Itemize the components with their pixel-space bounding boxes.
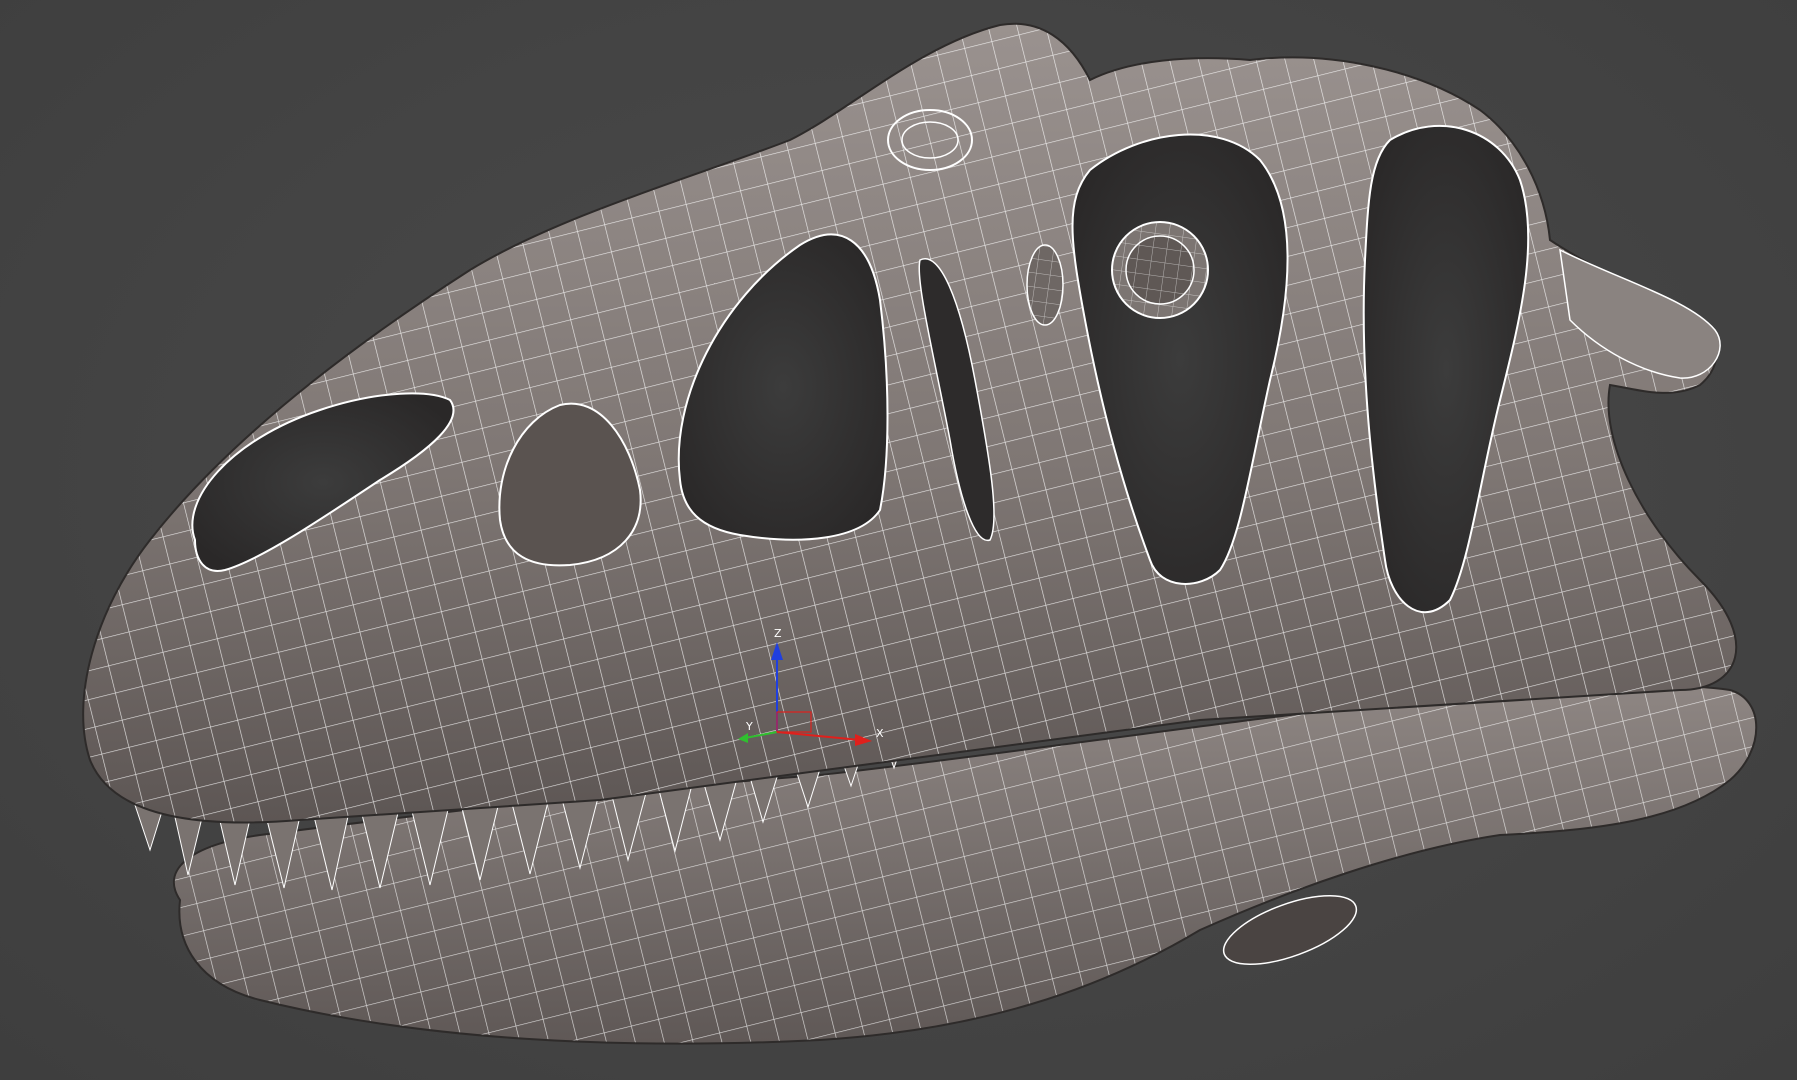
gizmo-y-label: Y	[745, 720, 753, 733]
sclerotic-ring	[1111, 221, 1209, 319]
sclerotic-ring-far	[1026, 244, 1064, 326]
skull-model[interactable]: Z X Y	[0, 0, 1797, 1080]
3d-viewport[interactable]: Z X Y	[0, 0, 1797, 1080]
gizmo-z-label: Z	[774, 627, 782, 640]
gizmo-x-label: X	[876, 727, 884, 740]
